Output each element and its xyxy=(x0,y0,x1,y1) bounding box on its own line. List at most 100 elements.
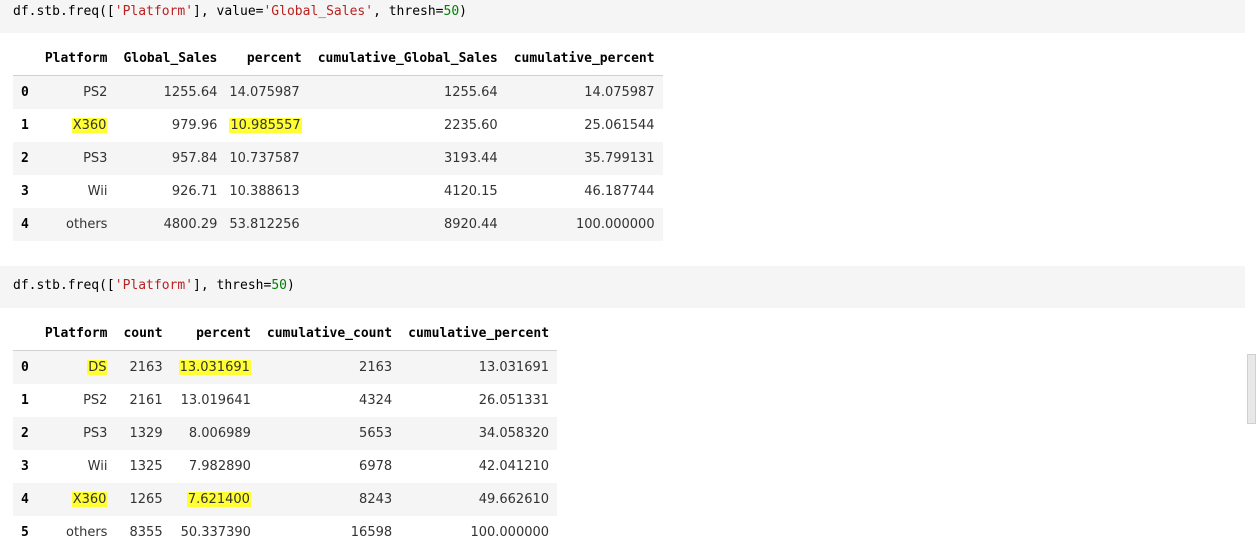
cell-percent: 50.337390 xyxy=(180,525,251,540)
cell-platform: DS xyxy=(37,351,116,385)
cell-cumulative-count: 2163 xyxy=(359,360,393,375)
cell-cumulative-percent: 46.187744 xyxy=(584,184,655,199)
table-row: 2 PS3 1329 8.006989 5653 34.058320 xyxy=(13,417,558,450)
row-index: 2 xyxy=(21,151,29,166)
code-number: 50 xyxy=(443,4,460,19)
row-index: 4 xyxy=(21,217,29,232)
output-scrollbar[interactable] xyxy=(1247,354,1256,424)
cell-platform: X360 xyxy=(37,483,116,516)
cell-global-sales: 1255.64 xyxy=(163,85,218,100)
row-index: 1 xyxy=(21,393,29,408)
cell-platform: PS3 xyxy=(83,426,108,441)
highlight-mark: DS xyxy=(87,360,108,375)
column-header-global-sales: Global_Sales xyxy=(123,51,218,66)
cell-cumulative-percent: 26.051331 xyxy=(478,393,550,408)
column-header-index xyxy=(13,317,37,351)
cell-platform: PS2 xyxy=(83,85,108,100)
cell-percent: 14.075987 xyxy=(229,85,300,100)
cell-count: 1265 xyxy=(129,492,163,507)
cell-percent: 53.812256 xyxy=(229,217,300,232)
table-row: 1 X360 979.96 10.985557 2235.60 25.06154… xyxy=(13,109,663,142)
row-index: 2 xyxy=(21,426,29,441)
cell-percent: 13.031691 xyxy=(171,351,259,385)
table-row: 4 X360 1265 7.621400 8243 49.662610 xyxy=(13,483,558,516)
highlight-mark: X360 xyxy=(71,118,108,133)
column-header-cumulative-count: cumulative_count xyxy=(266,326,393,341)
table-row: 3 Wii 926.71 10.388613 4120.15 46.187744 xyxy=(13,175,663,208)
cell-global-sales: 926.71 xyxy=(171,184,218,199)
cell-platform: PS2 xyxy=(83,393,108,408)
cell-percent: 10.985557 xyxy=(225,109,309,142)
code-text: df.stb.freq([ xyxy=(13,278,115,293)
row-index: 3 xyxy=(21,184,29,199)
column-header-cumulative-global-sales: cumulative_Global_Sales xyxy=(317,51,498,66)
output-table-global-sales: Platform Global_Sales percent cumulative… xyxy=(13,42,663,241)
row-index: 4 xyxy=(21,492,29,507)
cell-cumulative-percent: 42.041210 xyxy=(478,459,550,474)
code-cell-freq-global-sales[interactable]: df.stb.freq(['Platform'], value='Global_… xyxy=(0,0,1245,33)
code-string: 'Global_Sales' xyxy=(263,4,374,19)
column-header-index xyxy=(13,42,37,76)
cell-cumulative-global-sales: 1255.64 xyxy=(443,85,498,100)
cell-cumulative-count: 5653 xyxy=(359,426,393,441)
code-number: 50 xyxy=(271,278,287,293)
table-row: 1 PS2 2161 13.019641 4324 26.051331 xyxy=(13,384,558,417)
cell-global-sales: 4800.29 xyxy=(163,217,218,232)
code-text: df.stb.freq([ xyxy=(13,4,115,19)
code-text: ], thresh= xyxy=(193,278,272,293)
cell-global-sales: 957.84 xyxy=(171,151,218,166)
column-header-percent: percent xyxy=(246,51,302,66)
column-header-platform: Platform xyxy=(44,326,108,341)
column-header-percent: percent xyxy=(196,326,251,341)
notebook-page: df.stb.freq(['Platform'], value='Global_… xyxy=(0,0,1257,544)
cell-cumulative-percent: 13.031691 xyxy=(478,360,550,375)
table-header-row: Platform Global_Sales percent cumulative… xyxy=(13,42,663,76)
code-string: 'Platform' xyxy=(114,4,194,19)
highlight-mark: 13.031691 xyxy=(178,360,251,375)
row-index: 1 xyxy=(21,118,29,133)
cell-count: 2161 xyxy=(129,393,163,408)
cell-cumulative-count: 6978 xyxy=(359,459,393,474)
cell-platform: PS3 xyxy=(83,151,108,166)
highlight-mark: 7.621400 xyxy=(186,492,251,507)
cell-cumulative-global-sales: 8920.44 xyxy=(443,217,498,232)
cell-cumulative-percent: 14.075987 xyxy=(584,85,655,100)
code-string: 'Platform' xyxy=(114,278,194,293)
cell-cumulative-count: 4324 xyxy=(359,393,393,408)
cell-cumulative-percent: 100.000000 xyxy=(470,525,550,540)
cell-percent: 10.388613 xyxy=(229,184,300,199)
cell-cumulative-percent: 35.799131 xyxy=(584,151,655,166)
cell-percent: 10.737587 xyxy=(229,151,300,166)
row-index: 0 xyxy=(21,85,29,100)
code-text: ) xyxy=(459,4,467,19)
cell-cumulative-percent: 34.058320 xyxy=(478,426,550,441)
cell-count: 1325 xyxy=(129,459,163,474)
table-header-row: Platform count percent cumulative_count … xyxy=(13,317,558,351)
column-header-cumulative-percent: cumulative_percent xyxy=(408,326,550,341)
row-index: 0 xyxy=(21,360,29,375)
cell-global-sales: 979.96 xyxy=(171,118,218,133)
cell-cumulative-global-sales: 4120.15 xyxy=(443,184,498,199)
column-header-platform: Platform xyxy=(44,51,108,66)
column-header-cumulative-percent: cumulative_percent xyxy=(513,51,655,66)
cell-platform: Wii xyxy=(87,459,108,474)
cell-percent: 13.019641 xyxy=(180,393,251,408)
cell-percent: 8.006989 xyxy=(188,426,251,441)
cell-count: 1329 xyxy=(129,426,163,441)
cell-cumulative-global-sales: 2235.60 xyxy=(443,118,498,133)
output-table-count: Platform count percent cumulative_count … xyxy=(13,317,558,544)
table-row: 0 PS2 1255.64 14.075987 1255.64 14.07598… xyxy=(13,75,663,109)
column-header-count: count xyxy=(123,326,163,341)
table-row: 2 PS3 957.84 10.737587 3193.44 35.799131 xyxy=(13,142,663,175)
row-index: 5 xyxy=(21,525,29,540)
cell-percent: 7.982890 xyxy=(188,459,251,474)
highlight-mark: X360 xyxy=(71,492,108,507)
cell-platform: others xyxy=(66,217,108,232)
cell-platform: X360 xyxy=(37,109,116,142)
cell-cumulative-count: 8243 xyxy=(359,492,393,507)
table-row: 5 others 8355 50.337390 16598 100.000000 xyxy=(13,516,558,544)
code-cell-freq-count[interactable]: df.stb.freq(['Platform'], thresh=50) xyxy=(0,266,1245,308)
code-text: ) xyxy=(286,278,295,293)
cell-cumulative-percent: 25.061544 xyxy=(584,118,655,133)
cell-cumulative-percent: 49.662610 xyxy=(478,492,550,507)
